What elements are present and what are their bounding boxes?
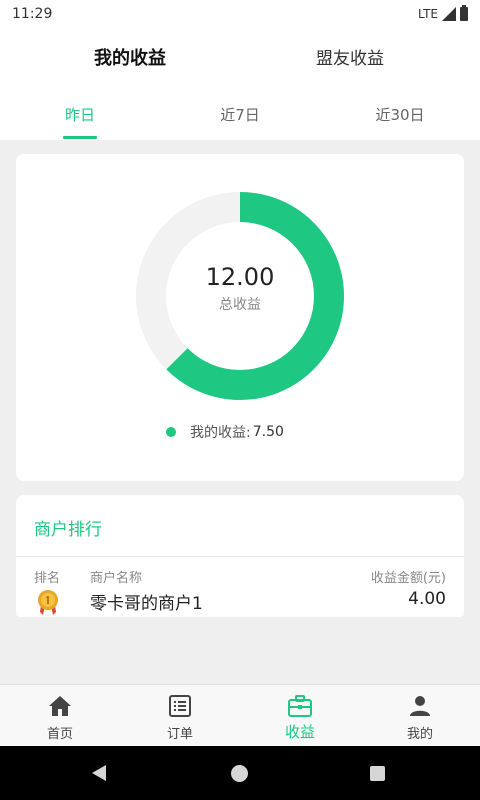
nav-label-home: 首页	[46, 727, 73, 742]
period-tab-indicator	[63, 136, 97, 139]
gold-medal-icon	[38, 590, 58, 615]
tab-last-30-days[interactable]: 近30日	[320, 104, 480, 125]
merchant-ranking-card: 商户排行 排名 商户名称 收益金额(元) 零卡哥的商户1 4.00	[16, 495, 464, 617]
orders-icon	[169, 695, 191, 717]
legend-value: 7.50	[252, 424, 284, 440]
battery-icon	[460, 5, 468, 21]
legend-dot	[166, 427, 176, 437]
legend-label: 我的收益:	[190, 425, 251, 441]
nav-label-profile: 我的	[406, 727, 433, 742]
segment-tabs: 我的收益 盟友收益	[0, 44, 480, 74]
bottom-nav: 首页 订单 收益 我的	[0, 684, 480, 746]
nav-item-profile[interactable]: 我的	[360, 685, 480, 747]
home-icon	[49, 696, 71, 716]
ranking-title: 商户排行	[34, 520, 102, 540]
donut-center: 12.00 总收益	[134, 262, 346, 314]
merchant-name: 零卡哥的商户1	[90, 594, 203, 614]
status-time: 11:29	[12, 6, 53, 22]
status-icons: LTE	[418, 5, 468, 21]
column-header-rank: 排名	[34, 571, 61, 586]
top-header: 我的收益 盟友收益 昨日 近7日 近30日	[0, 28, 480, 140]
system-nav-bar	[0, 746, 480, 800]
merchant-amount: 4.00	[408, 589, 446, 609]
table-row[interactable]: 零卡哥的商户1 4.00	[16, 587, 464, 615]
earnings-summary-card: 12.00 总收益 我的收益: 7.50	[16, 154, 464, 481]
briefcase-icon	[288, 695, 312, 717]
nav-item-orders[interactable]: 订单	[120, 685, 240, 747]
column-header-amount: 收益金额(元)	[370, 571, 446, 586]
period-tabs: 昨日 近7日 近30日	[0, 98, 480, 140]
legend: 我的收益: 7.50	[166, 422, 284, 442]
back-icon[interactable]	[92, 765, 106, 781]
tab-last-7-days[interactable]: 近7日	[160, 104, 320, 125]
nav-label-earnings: 收益	[284, 723, 315, 741]
nav-item-home[interactable]: 首页	[0, 685, 120, 747]
home-button-icon[interactable]	[231, 765, 248, 782]
network-label: LTE	[418, 7, 438, 21]
total-earnings-label: 总收益	[219, 297, 261, 313]
tab-yesterday[interactable]: 昨日	[0, 104, 160, 125]
signal-icon	[442, 7, 456, 21]
nav-item-earnings[interactable]: 收益	[240, 685, 360, 747]
tab-ally-earnings[interactable]: 盟友收益	[250, 44, 450, 69]
total-earnings-value: 12.00	[205, 263, 275, 291]
ranking-divider	[16, 556, 464, 557]
recent-apps-icon[interactable]	[370, 766, 385, 781]
nav-label-orders: 订单	[166, 727, 193, 742]
tab-my-earnings[interactable]: 我的收益	[30, 44, 230, 70]
column-header-name: 商户名称	[90, 571, 143, 586]
status-bar: 11:29 LTE	[0, 0, 480, 28]
user-icon	[410, 696, 430, 716]
